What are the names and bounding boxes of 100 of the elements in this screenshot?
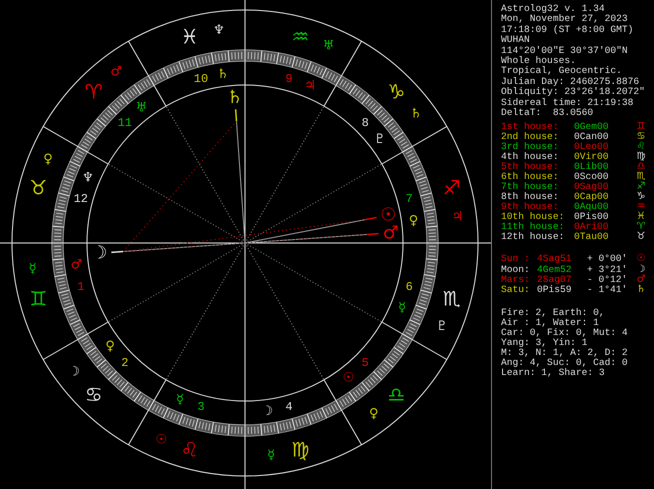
sign-glyph: ♒ bbox=[636, 202, 646, 212]
house-label: 6th house: bbox=[501, 172, 560, 182]
sign-glyph: ♓ bbox=[636, 212, 646, 222]
house-cusp: 0Ari00 bbox=[574, 222, 610, 232]
sign-glyph: ♉ bbox=[636, 232, 646, 242]
ruler-glyph: ♀ bbox=[369, 406, 379, 422]
planet-glyph: ♂ bbox=[636, 275, 646, 286]
ruler-glyph: ♇ bbox=[436, 319, 448, 334]
ruler-glyph: ☿ bbox=[267, 448, 276, 463]
house-cusp: 0Sag00 bbox=[574, 182, 610, 192]
house-cusp: 0Tau00 bbox=[574, 232, 610, 242]
zodiac-sign-glyph: ♍ bbox=[291, 438, 310, 462]
info-line: Sidereal time: 21:19:38 bbox=[501, 98, 634, 108]
ruler-glyph: ♂ bbox=[110, 64, 122, 80]
planet-position: 4Sag51 bbox=[537, 254, 573, 265]
zodiac-sign-glyph: ♒ bbox=[291, 24, 310, 48]
house-cusp: 0Sco00 bbox=[574, 172, 610, 182]
house-cusp: 0Vir00 bbox=[574, 152, 610, 162]
house-label: 1st house: bbox=[501, 122, 560, 132]
info-line: Mon, November 27, 2023 bbox=[501, 14, 629, 25]
house-number: 6 bbox=[406, 280, 413, 294]
stats-line: Learn: 1, Share: 3 bbox=[501, 368, 606, 378]
zodiac-sign-glyph: ♏ bbox=[442, 286, 461, 310]
sign-glyph: ♎ bbox=[636, 162, 646, 172]
house-cusp: 0Gem00 bbox=[574, 122, 610, 132]
ruler-glyph: ☿ bbox=[176, 392, 184, 408]
house-cusp: 0Lib00 bbox=[574, 162, 610, 172]
house-number: 1 bbox=[77, 280, 84, 294]
info-line: Julian Day: 2460275.8876 bbox=[501, 76, 640, 87]
ruler-glyph: ☽ bbox=[68, 364, 80, 380]
sign-glyph: ♐ bbox=[636, 182, 646, 192]
planet-glyph: ♄ bbox=[636, 285, 646, 296]
ruler-glyph: ♃ bbox=[452, 209, 464, 224]
house-label: 5th house: bbox=[501, 162, 560, 172]
house-label: 7th house: bbox=[501, 182, 560, 192]
stats-line: M: 3, N: 1, A: 2, D: 2 bbox=[501, 348, 629, 358]
planet-name: Satu: bbox=[501, 285, 531, 296]
planet-glyph: ☽ bbox=[636, 264, 646, 275]
stats-line: Car: 0, Fix: 0, Mut: 4 bbox=[501, 328, 629, 338]
zodiac-sign-glyph: ♈ bbox=[84, 80, 103, 104]
info-line: DeltaT: 83.0560 bbox=[501, 108, 594, 118]
info-line: Astrolog32 v. 1.34 bbox=[501, 4, 606, 14]
stats-line: Fire: 2, Earth: 0, bbox=[501, 308, 606, 318]
zodiac-sign-glyph: ♌ bbox=[180, 438, 199, 462]
info-line: 114°20'00"E 30°37'00"N bbox=[501, 46, 629, 56]
ruler-glyph: ☽ bbox=[261, 404, 274, 420]
stats-line: Ang: 4, Suc: 0, Cad: 0 bbox=[501, 358, 629, 368]
house-label: 8th house: bbox=[501, 192, 560, 202]
ruler-glyph: ♄ bbox=[216, 66, 229, 82]
info-line: Obliquity: 23°26'18.2072" bbox=[501, 87, 646, 98]
planet-tick bbox=[111, 250, 124, 254]
planet-glyph: ♄ bbox=[226, 86, 243, 108]
zodiac-sign-glyph: ♐ bbox=[442, 176, 461, 200]
ruler-glyph: ♅ bbox=[322, 38, 334, 54]
ruler-glyph: ☉ bbox=[156, 432, 168, 448]
planet-offset: + 0°00' bbox=[587, 254, 628, 265]
zodiac-sign-glyph: ♋ bbox=[84, 382, 103, 406]
house-cusp: 0Aqu00 bbox=[574, 202, 610, 212]
ruler-glyph: ♀ bbox=[43, 152, 53, 167]
house-label: 4th house: bbox=[501, 152, 560, 162]
planet-glyph: ☉ bbox=[636, 254, 646, 264]
house-number: 5 bbox=[362, 356, 369, 370]
stats-line: Air : 1, Water: 1 bbox=[501, 318, 599, 328]
house-number: 12 bbox=[74, 192, 88, 206]
planet-glyph: ☽ bbox=[91, 242, 108, 264]
info-line: WUHAN bbox=[501, 35, 531, 46]
ruler-glyph: ♅ bbox=[136, 100, 148, 116]
planet-tick bbox=[364, 216, 377, 220]
planet-tick bbox=[366, 232, 379, 236]
planet-position: 0Pis59 bbox=[537, 285, 573, 296]
info-line: 17:18:09 (ST +8:00 GMT) bbox=[501, 24, 634, 36]
house-number: 4 bbox=[285, 400, 293, 414]
sign-glyph: ♌ bbox=[636, 142, 646, 152]
ruler-glyph: ♃ bbox=[304, 78, 316, 94]
zodiac-sign-glyph: ♎ bbox=[387, 382, 406, 406]
ruler-glyph: ☿ bbox=[398, 300, 406, 316]
ruler-glyph: ♆ bbox=[82, 170, 94, 186]
house-number: 8 bbox=[362, 116, 369, 130]
house-cusp: 0Cap00 bbox=[574, 192, 610, 202]
planet-offset: - 1°41' bbox=[587, 285, 628, 296]
ruler-glyph: ♀ bbox=[408, 213, 418, 228]
zodiac-sign-glyph: ♊ bbox=[29, 286, 48, 310]
sign-glyph: ♋ bbox=[636, 132, 646, 142]
planet-position: 4Gem52 bbox=[537, 264, 573, 276]
sign-glyph: ♏ bbox=[636, 172, 646, 182]
planet-offset: + 3°21' bbox=[587, 264, 628, 275]
house-cusp: 0Pis00 bbox=[574, 212, 610, 222]
planet-name: Sun : bbox=[501, 254, 531, 265]
house-cusp: 0Can00 bbox=[574, 132, 610, 142]
sign-glyph: ♈ bbox=[636, 222, 646, 232]
planet-name: Mars: bbox=[501, 275, 531, 286]
house-label: 11th house: bbox=[501, 222, 566, 232]
house-number: 10 bbox=[194, 72, 208, 86]
house-number: 9 bbox=[285, 72, 293, 86]
house-number: 7 bbox=[406, 192, 413, 206]
house-number: 11 bbox=[118, 116, 132, 130]
ruler-glyph: ♀ bbox=[105, 339, 115, 354]
house-label: 9th house: bbox=[501, 202, 559, 212]
zodiac-sign-glyph: ♑ bbox=[387, 80, 406, 104]
ruler-glyph: ♄ bbox=[410, 106, 422, 122]
